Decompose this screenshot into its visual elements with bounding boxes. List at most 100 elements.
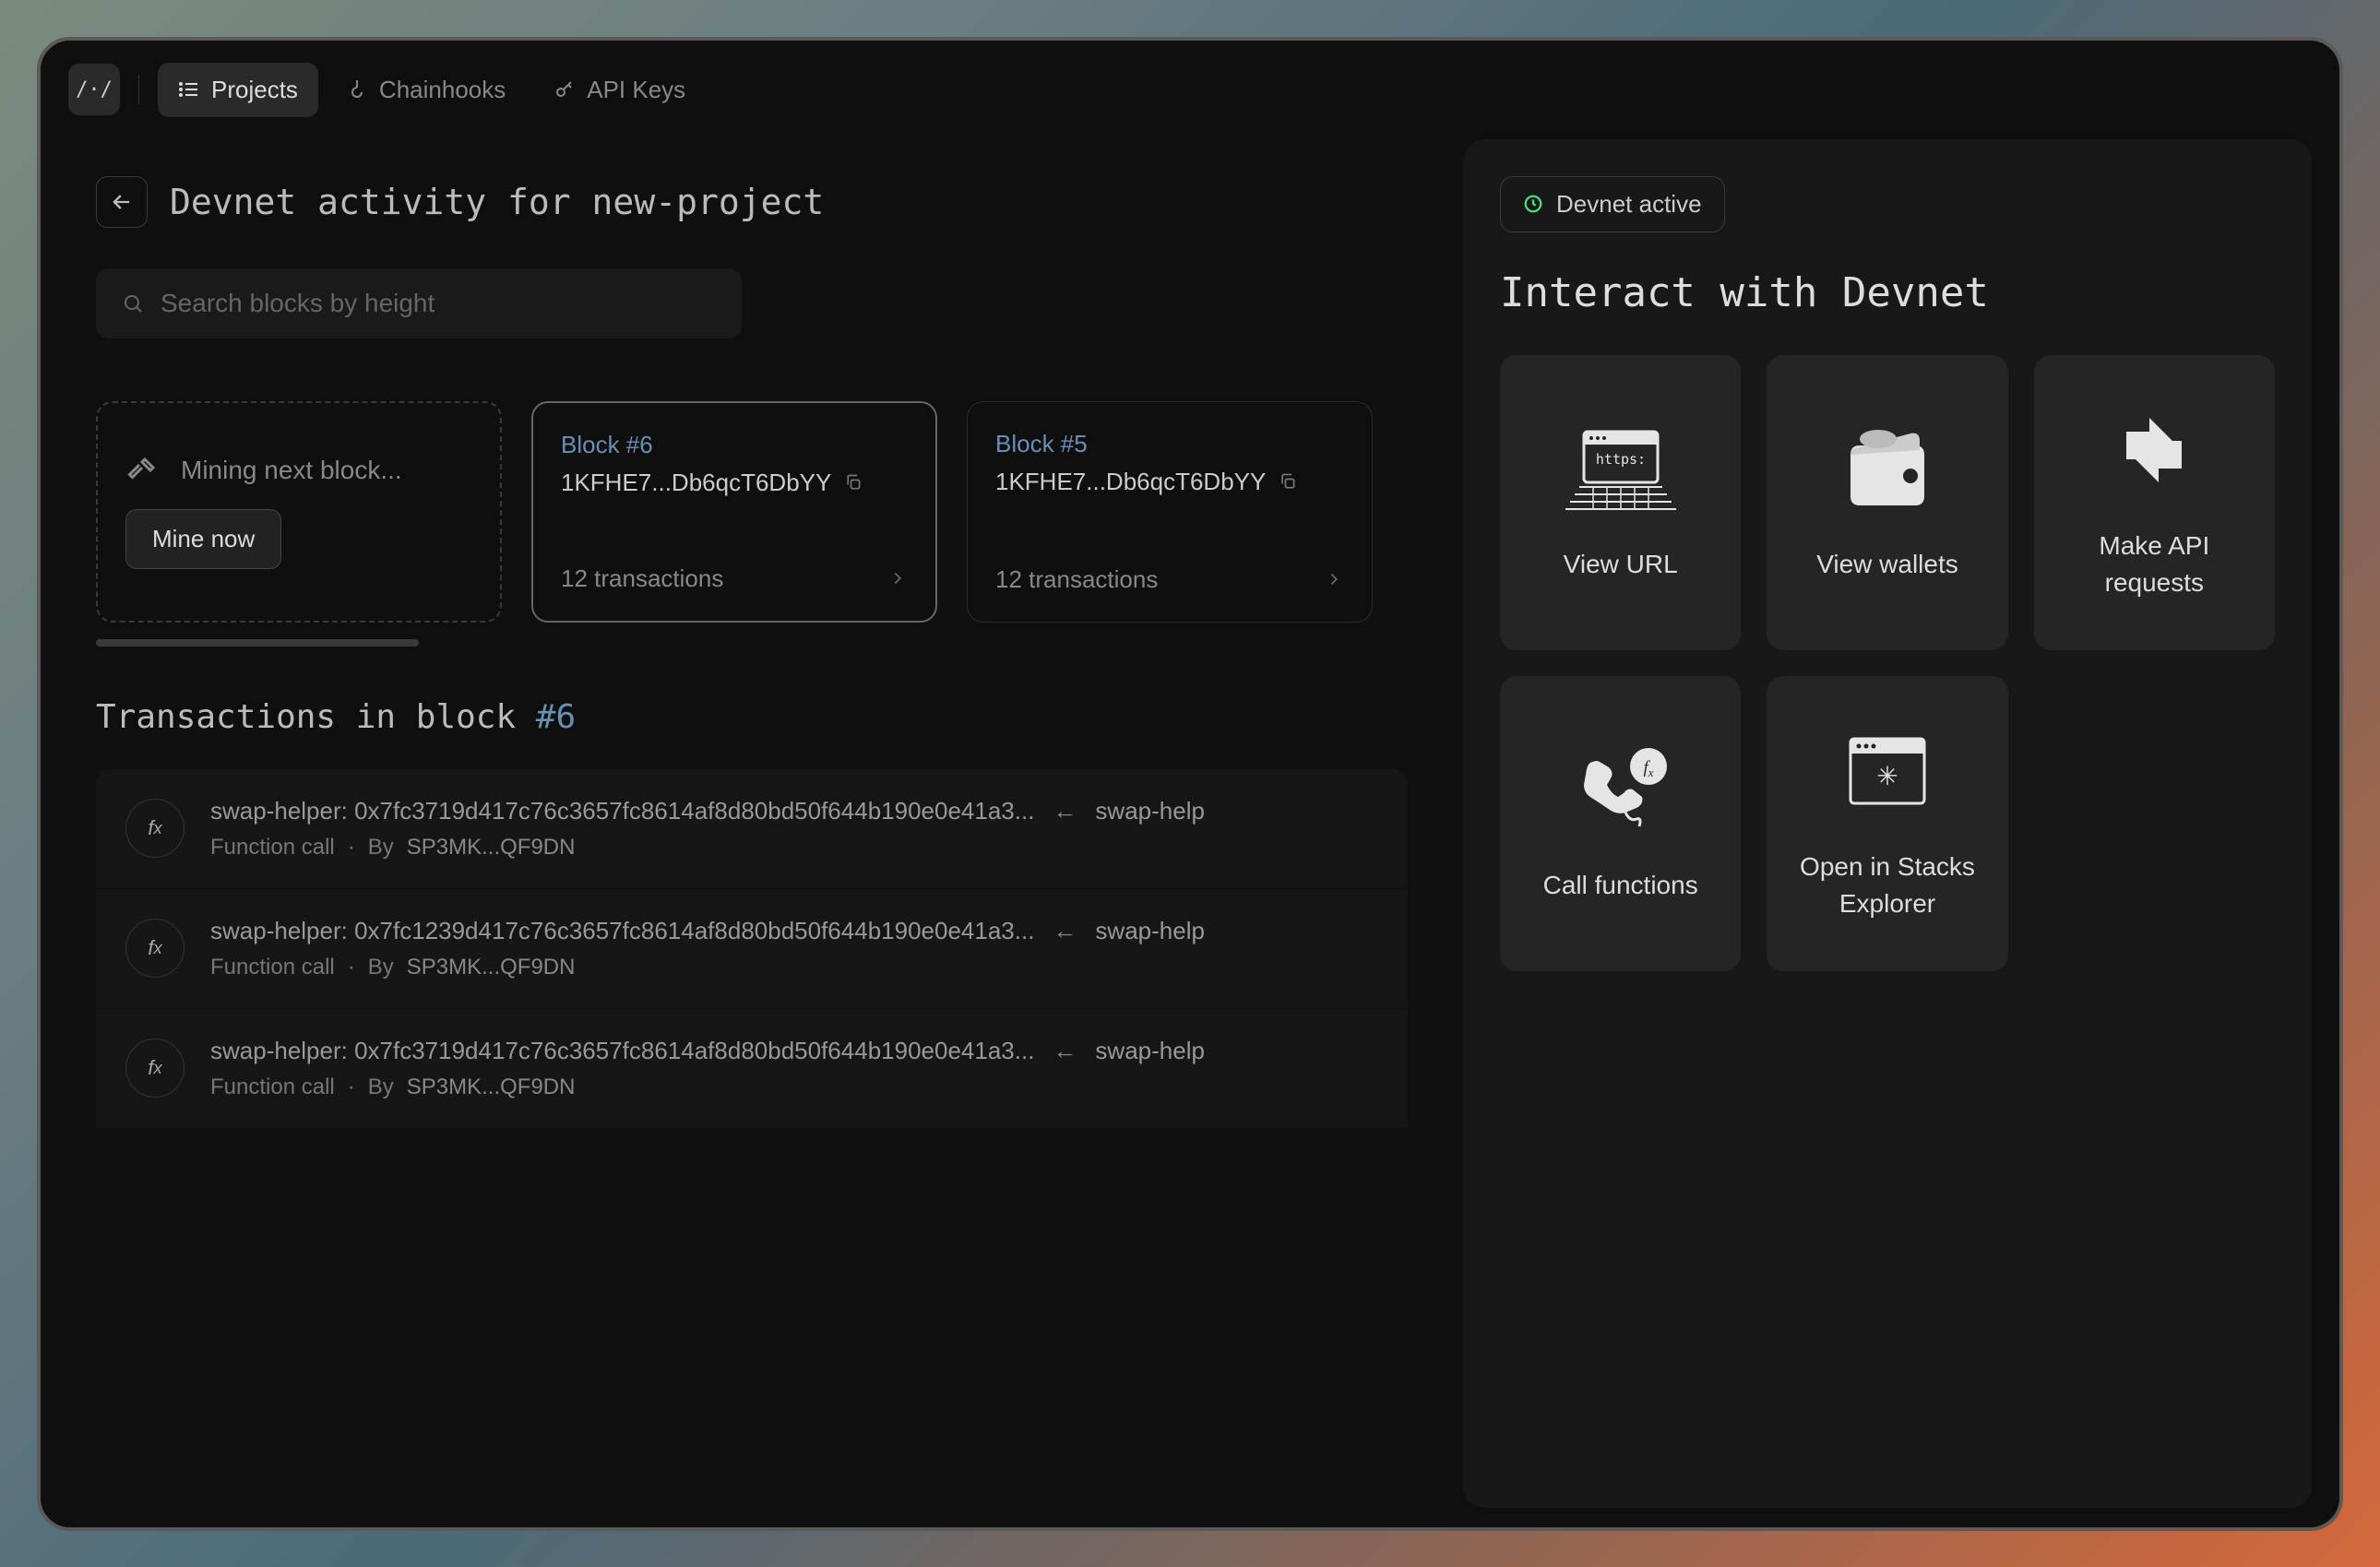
tile-label: Make API requests	[2053, 528, 2256, 599]
transaction-row[interactable]: fx swap-helper: 0x7fc3719d417c76c3657fc8…	[96, 1009, 1408, 1129]
tx-meta: Function call · By SP3MK...QF9DN	[210, 1074, 1378, 1100]
nav-projects-label: Projects	[211, 76, 298, 104]
transactions-heading-num: #6	[536, 698, 576, 736]
block-hash-text: 1KFHE7...Db6qcT6DbYY	[995, 468, 1266, 496]
tx-related: swap-help	[1095, 917, 1205, 945]
back-button[interactable]	[96, 176, 148, 228]
topbar: /·/ Projects Chainhooks API Keys	[41, 41, 2339, 139]
block-tx-count: 12 transactions	[561, 564, 723, 593]
hammer-icon	[125, 454, 159, 487]
svg-text:https:: https:	[1596, 451, 1646, 468]
devnet-status-text: Devnet active	[1556, 190, 1702, 219]
tx-by-label: By	[368, 1074, 394, 1100]
copy-icon[interactable]	[1279, 472, 1297, 491]
tx-summary: swap-helper: 0x7fc3719d417c76c3657fc8614…	[210, 797, 1378, 825]
function-icon: fx	[125, 799, 184, 858]
block-title: Block #5	[995, 430, 1344, 458]
list-icon	[178, 78, 200, 101]
transactions-list: fx swap-helper: 0x7fc3719d417c76c3657fc8…	[96, 769, 1408, 1129]
tile-open-explorer[interactable]: ✳ Open in Stacks Explorer	[1767, 676, 2007, 971]
page-title: Devnet activity for new-project	[170, 182, 824, 222]
tx-type: Function call	[210, 835, 335, 861]
status-clock-icon	[1523, 194, 1543, 214]
tx-by-address[interactable]: SP3MK...QF9DN	[407, 1074, 576, 1100]
function-icon: fx	[125, 919, 184, 978]
search-box[interactable]	[96, 268, 742, 338]
top-nav: Projects Chainhooks API Keys	[158, 63, 706, 117]
tile-view-wallets[interactable]: View wallets	[1767, 355, 2007, 650]
arrow-left-icon: ←	[1053, 917, 1077, 945]
search-input[interactable]	[161, 289, 716, 318]
arrow-left-icon: ←	[1053, 1037, 1077, 1065]
block-card-5[interactable]: Block #5 1KFHE7...Db6qcT6DbYY 12 transac…	[967, 401, 1373, 623]
api-swap-icon	[2094, 404, 2214, 496]
tx-related: swap-help	[1095, 797, 1205, 825]
nav-projects[interactable]: Projects	[158, 63, 318, 117]
tx-hash: swap-helper: 0x7fc3719d417c76c3657fc8614…	[210, 797, 1034, 825]
transactions-heading: Transactions in block #6	[96, 698, 1408, 736]
hook-icon	[346, 78, 368, 101]
page-header: Devnet activity for new-project	[96, 176, 1408, 228]
sidebar: Devnet active Interact with Devnet https…	[1463, 139, 2312, 1508]
block-footer: 12 transactions	[995, 565, 1344, 594]
sidebar-title: Interact with Devnet	[1500, 269, 2275, 316]
tile-label: Open in Stacks Explorer	[1785, 849, 1989, 920]
block-hash: 1KFHE7...Db6qcT6DbYY	[995, 468, 1344, 496]
tx-by-address[interactable]: SP3MK...QF9DN	[407, 835, 576, 861]
block-tx-count: 12 transactions	[995, 565, 1158, 594]
tile-label: View wallets	[1816, 546, 1958, 582]
sidebar-tiles: https: View URL View wallets Make API re…	[1500, 355, 2275, 971]
tx-hash: swap-helper: 0x7fc3719d417c76c3657fc8614…	[210, 1037, 1034, 1065]
block-card-6[interactable]: Block #6 1KFHE7...Db6qcT6DbYY 12 transac…	[531, 401, 937, 623]
tx-meta: Function call · By SP3MK...QF9DN	[210, 955, 1378, 980]
svg-text:✳: ✳	[1876, 762, 1898, 790]
mining-status-row: Mining next block...	[125, 454, 472, 487]
tx-hash: swap-helper: 0x7fc1239d417c76c3657fc8614…	[210, 917, 1034, 945]
content: Devnet activity for new-project Mining n…	[41, 139, 1463, 1530]
function-icon: fx	[125, 1039, 184, 1098]
browser-icon: https:	[1561, 422, 1681, 515]
nav-apikeys-label: API Keys	[587, 76, 685, 104]
nav-chainhooks-label: Chainhooks	[379, 76, 506, 104]
app-window: /·/ Projects Chainhooks API Keys	[37, 37, 2343, 1531]
blocks-row: Mining next block... Mine now Block #6 1…	[96, 401, 1408, 623]
transaction-row[interactable]: fx swap-helper: 0x7fc1239d417c76c3657fc8…	[96, 889, 1408, 1009]
tx-by-address[interactable]: SP3MK...QF9DN	[407, 955, 576, 980]
tx-type: Function call	[210, 1074, 335, 1100]
tx-meta: Function call · By SP3MK...QF9DN	[210, 835, 1378, 861]
nav-apikeys[interactable]: API Keys	[533, 63, 706, 117]
app-logo[interactable]: /·/	[68, 64, 120, 115]
transaction-row[interactable]: fx swap-helper: 0x7fc3719d417c76c3657fc8…	[96, 769, 1408, 889]
block-footer: 12 transactions	[561, 564, 908, 593]
key-icon	[553, 78, 576, 101]
wallet-icon	[1827, 422, 1947, 515]
arrow-left-icon: ←	[1053, 797, 1077, 825]
chevron-right-icon[interactable]	[887, 568, 908, 588]
mining-status-text: Mining next block...	[181, 456, 402, 485]
divider	[138, 75, 139, 104]
tile-view-url[interactable]: https: View URL	[1500, 355, 1741, 650]
tile-label: View URL	[1564, 546, 1678, 582]
mining-card: Mining next block... Mine now	[96, 401, 502, 623]
tx-type: Function call	[210, 955, 335, 980]
tx-by-label: By	[368, 955, 394, 980]
tile-make-api[interactable]: Make API requests	[2034, 355, 2275, 650]
tx-summary: swap-helper: 0x7fc3719d417c76c3657fc8614…	[210, 1037, 1378, 1065]
chevron-right-icon[interactable]	[1324, 569, 1344, 589]
copy-icon[interactable]	[844, 473, 863, 492]
tx-summary: swap-helper: 0x7fc1239d417c76c3657fc8614…	[210, 917, 1378, 945]
search-icon	[122, 292, 144, 315]
main: Devnet activity for new-project Mining n…	[41, 139, 2339, 1530]
blocks-scrollbar[interactable]	[96, 639, 419, 647]
phone-fx-icon: fx	[1561, 743, 1681, 836]
devnet-status-pill[interactable]: Devnet active	[1500, 176, 1725, 232]
mine-button[interactable]: Mine now	[125, 509, 281, 569]
tx-related: swap-help	[1095, 1037, 1205, 1065]
transactions-heading-prefix: Transactions in block	[96, 698, 536, 736]
tile-call-functions[interactable]: fx Call functions	[1500, 676, 1741, 971]
nav-chainhooks[interactable]: Chainhooks	[326, 63, 526, 117]
explorer-window-icon: ✳	[1827, 725, 1947, 817]
tx-by-label: By	[368, 835, 394, 861]
block-title: Block #6	[561, 431, 908, 459]
block-hash: 1KFHE7...Db6qcT6DbYY	[561, 469, 908, 497]
